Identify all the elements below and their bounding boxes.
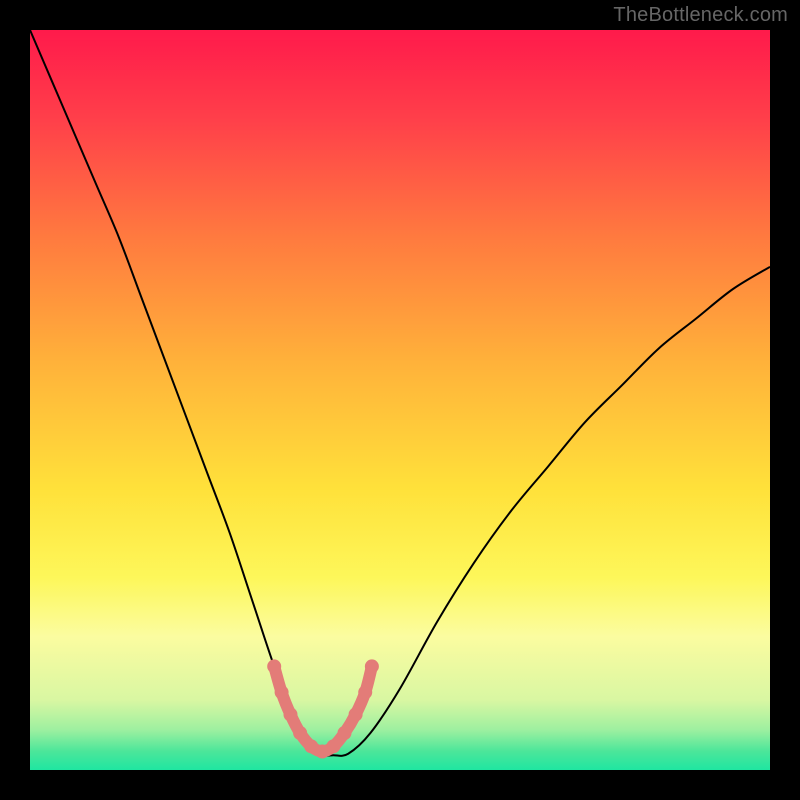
valley-marker-dot: [358, 685, 372, 699]
gradient-background: [30, 30, 770, 770]
valley-marker-dot: [293, 726, 307, 740]
valley-marker-dot: [365, 659, 379, 673]
watermark-text: TheBottleneck.com: [613, 4, 788, 27]
plot-area: [30, 30, 770, 770]
valley-marker-dot: [283, 708, 297, 722]
valley-marker-dot: [267, 659, 281, 673]
valley-marker-dot: [338, 726, 352, 740]
bottleneck-chart: [30, 30, 770, 770]
valley-marker-dot: [326, 739, 340, 753]
valley-marker-dot: [275, 685, 289, 699]
valley-marker-dot: [349, 708, 363, 722]
chart-frame: TheBottleneck.com: [0, 0, 800, 800]
